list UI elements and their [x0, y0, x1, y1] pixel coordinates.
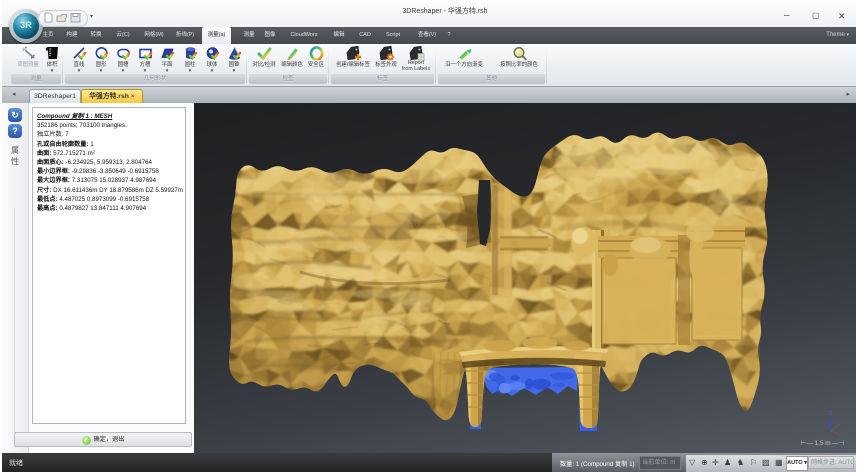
- svg-text:z: z: [829, 411, 832, 417]
